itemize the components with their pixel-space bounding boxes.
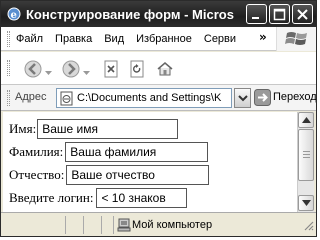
address-label: Адрес [15, 91, 47, 103]
address-bar: Адрес C:\Documents and Settings\K Перехо… [1, 85, 316, 111]
status-bar: Мой компьютер [1, 212, 316, 236]
close-button[interactable] [292, 4, 313, 24]
menu-edit-label: Правка [55, 32, 93, 45]
go-button[interactable]: Переход [273, 91, 316, 103]
menu-file[interactable]: Файл [16, 33, 43, 45]
toolbar [1, 52, 316, 85]
window-title: Конструирование форм - Micros [26, 6, 234, 22]
back-icon[interactable] [23, 59, 43, 82]
status-divider [113, 216, 114, 234]
windows-logo-icon [276, 27, 316, 51]
menu-file-label: Файл [16, 32, 44, 45]
back-dropdown-icon[interactable] [45, 66, 52, 79]
address-value: C:\Documents and Settings\K [77, 92, 222, 104]
ie-icon: e [6, 6, 22, 22]
svg-text:e: e [11, 10, 17, 21]
browser-window: e Конструирование форм - Micros Файл Пра… [0, 0, 317, 237]
scroll-down-button[interactable] [298, 195, 314, 211]
menu-edit[interactable]: Правка [55, 33, 92, 45]
address-grip[interactable] [7, 90, 10, 106]
menu-view[interactable]: Вид [104, 33, 124, 45]
scroll-thumb[interactable] [298, 129, 314, 181]
menu-grip[interactable] [7, 30, 10, 47]
forward-dropdown-icon[interactable] [83, 66, 90, 79]
scroll-up-button[interactable] [298, 112, 314, 128]
vertical-scrollbar[interactable] [297, 112, 314, 212]
surname-label: Фамилия: [9, 144, 64, 159]
refresh-icon[interactable] [128, 60, 146, 81]
home-icon[interactable] [156, 60, 174, 81]
maximize-button[interactable] [269, 4, 290, 24]
title-bar[interactable]: e Конструирование форм - Micros [1, 1, 316, 27]
form-row-patronymic: Отчество: [9, 165, 210, 185]
form-row-name: Имя: [9, 119, 179, 139]
form-row-login: Введите логин: [9, 188, 188, 208]
menu-favorites-label: Избранное [136, 32, 192, 45]
menu-tools[interactable]: Серви [204, 33, 236, 45]
status-zone-text: Мой компьютер [132, 219, 213, 231]
menu-view-label: Вид [104, 32, 125, 45]
menu-tools-label: Серви [203, 32, 237, 45]
address-dropdown-button[interactable] [234, 88, 251, 108]
menu-bar: Файл Правка Вид Избранное Серви » [1, 27, 316, 51]
menu-favorites[interactable]: Избранное [136, 33, 192, 45]
resize-grip-icon[interactable] [302, 219, 314, 234]
form-row-surname: Фамилия: [9, 142, 209, 162]
status-divider [101, 216, 102, 234]
status-divider [65, 216, 66, 234]
surname-input[interactable] [65, 142, 209, 162]
menu-overflow-chevron[interactable]: » [259, 30, 267, 44]
page-icon [59, 91, 74, 107]
forward-icon[interactable] [61, 59, 81, 82]
page-content: Имя: Фамилия: Отчество: Введите логин: [3, 112, 297, 212]
patronymic-label: Отчество: [9, 167, 65, 182]
go-arrow-icon[interactable] [254, 89, 271, 109]
address-input[interactable]: C:\Documents and Settings\K [56, 88, 232, 108]
toolbar-grip[interactable] [7, 60, 10, 76]
my-computer-icon [117, 218, 131, 235]
status-divider [83, 216, 84, 234]
stop-icon[interactable] [102, 60, 120, 81]
patronymic-input[interactable] [66, 165, 210, 185]
login-input[interactable] [96, 188, 188, 208]
minimize-button[interactable] [246, 4, 267, 24]
login-label: Введите логин: [9, 190, 94, 205]
name-input[interactable] [37, 119, 179, 139]
name-label: Имя: [9, 121, 37, 136]
